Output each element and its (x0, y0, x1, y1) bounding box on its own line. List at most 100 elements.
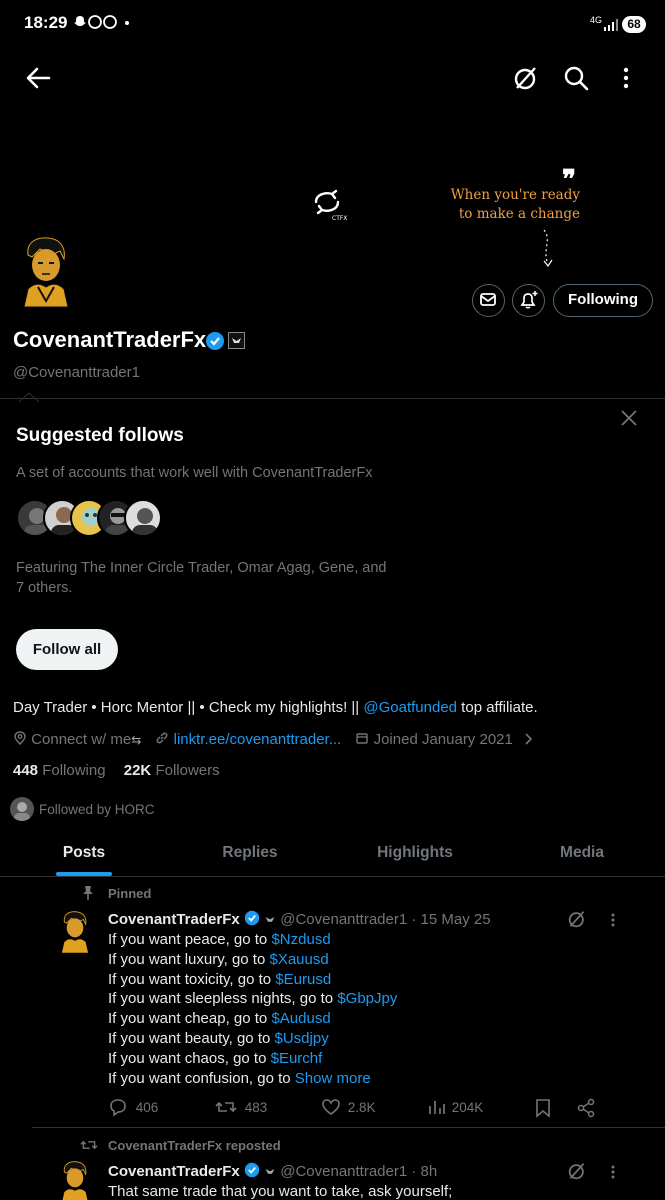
following-count: 448 (13, 762, 39, 779)
tab-replies[interactable]: Replies (205, 844, 295, 862)
verified-badge-icon (244, 910, 260, 926)
signal-icon (604, 18, 618, 36)
suggested-avatars[interactable] (16, 499, 166, 541)
affiliate-badge-icon[interactable] (228, 332, 245, 349)
banner-quote-line-1: When you're ready (450, 187, 580, 203)
views-count: 204K (451, 1100, 484, 1115)
post-meta: @Covenanttrader1 · 15 May 25 (280, 911, 491, 928)
views-button[interactable]: 204K (428, 1097, 483, 1117)
cashtag-link[interactable]: $GbpJpy (337, 990, 397, 1007)
post-divider (32, 1127, 665, 1128)
profile-handle: @Covenanttrader1 (13, 364, 140, 381)
cashtag-link[interactable]: $Xauusd (269, 951, 328, 968)
share-icon[interactable] (576, 1098, 596, 1123)
tab-media[interactable]: Media (542, 844, 622, 862)
bell-plus-icon (520, 291, 538, 309)
like-button[interactable]: 2.8K (321, 1097, 376, 1117)
profile-website-link[interactable]: linktr.ee/covenanttrader... (174, 731, 342, 748)
repost-button[interactable]: 483 (215, 1097, 267, 1117)
notifications-button[interactable] (512, 284, 545, 317)
cashtag-link[interactable]: $Eurchf (271, 1050, 323, 1067)
post-line: If you want chaos, go to $Eurchf (108, 1049, 323, 1067)
post-context: Pinned (108, 886, 152, 901)
like-count: 2.8K (347, 1100, 376, 1115)
close-icon[interactable] (618, 407, 640, 434)
post-context: CovenantTraderFx reposted (108, 1138, 281, 1153)
post-header: CovenantTraderFx @Covenanttrader1 · 8h (108, 1162, 437, 1180)
tab-posts[interactable]: Posts (44, 844, 124, 862)
banner-dashed-arrow (538, 228, 558, 275)
post-line: If you want beauty, go to $Usdjpy (108, 1029, 329, 1047)
post-avatar[interactable] (56, 910, 94, 954)
message-button[interactable] (472, 284, 505, 317)
cashtag-link[interactable]: $Eurusd (275, 971, 331, 988)
post-meta: @Covenanttrader1 · 8h (280, 1163, 438, 1180)
post-text: That same trade that you want to take, a… (108, 1183, 453, 1200)
post-more-icon[interactable] (604, 910, 622, 935)
notification-icons (73, 14, 131, 34)
reply-count: 406 (135, 1100, 159, 1115)
profile-bio: Day Trader • Horc Mentor || • Check my h… (13, 699, 538, 716)
banner-logo: CTFX (310, 188, 350, 227)
followed-by-avatar[interactable] (10, 797, 34, 821)
post-line: If you want cheap, go to $Audusd (108, 1010, 331, 1028)
svg-text:CTFX: CTFX (332, 215, 347, 222)
profile-joined: Joined January 2021 (373, 731, 513, 748)
grok-icon[interactable] (566, 1160, 588, 1187)
reply-button[interactable]: 406 (108, 1097, 158, 1117)
suggested-title: Suggested follows (16, 425, 184, 446)
grok-icon[interactable] (566, 908, 588, 935)
more-vertical-icon[interactable] (611, 63, 641, 93)
post-line: If you want peace, go to $Nzdusd (108, 931, 331, 948)
cashtag-link[interactable]: $Audusd (271, 1010, 330, 1027)
repost-icon (215, 1101, 237, 1113)
post-line: If you want sleepless nights, go to $Gbp… (108, 990, 398, 1008)
profile-name: CovenantTraderFx (13, 327, 206, 353)
chevron-right-icon[interactable] (523, 731, 533, 748)
battery-indicator: 68 (622, 16, 646, 33)
profile-avatar[interactable] (14, 235, 78, 309)
followers-label: Followers (155, 762, 220, 779)
suggested-featuring: Featuring The Inner Circle Trader, Omar … (16, 560, 387, 596)
tab-highlights[interactable]: Highlights (365, 844, 465, 862)
avatar (124, 499, 162, 537)
post-avatar[interactable] (56, 1160, 94, 1200)
follow-all-button[interactable]: Follow all (16, 629, 118, 670)
post-author-name[interactable]: CovenantTraderFx (108, 1163, 240, 1180)
location-icon (13, 731, 27, 748)
search-icon[interactable] (561, 63, 591, 93)
mail-icon (480, 293, 496, 306)
grok-icon[interactable] (511, 63, 541, 93)
affiliate-badge-icon (265, 917, 275, 922)
calendar-icon (355, 731, 369, 748)
arrows-emoji-icon: ⇆ (131, 733, 142, 747)
post-line: If you want luxury, go to $Xauusd (108, 950, 329, 968)
cashtag-link[interactable]: $Nzdusd (271, 931, 330, 948)
pin-icon (81, 885, 95, 906)
bookmark-icon[interactable] (534, 1098, 552, 1123)
profile-meta: Connect w/ me⇆ linktr.ee/covenanttrader.… (13, 731, 663, 748)
post-author-name[interactable]: CovenantTraderFx (108, 911, 240, 928)
link-icon (155, 731, 169, 748)
post-more-icon[interactable] (604, 1162, 622, 1187)
following-label: Following (42, 762, 106, 779)
tabs-divider (0, 876, 665, 877)
following-button[interactable]: Following (553, 284, 653, 317)
status-bar: 18:29 4G 68 (0, 0, 665, 50)
profile-location: Connect w/ me (31, 731, 132, 748)
show-more-link[interactable]: Show more (295, 1070, 371, 1087)
back-arrow-icon[interactable] (23, 63, 53, 93)
cashtag-link[interactable]: $Usdjpy (275, 1030, 329, 1047)
verified-badge-icon (205, 331, 225, 356)
profile-counts: 448 Following 22K Followers (13, 762, 220, 779)
following-count-link[interactable]: 448 Following (13, 762, 106, 779)
status-time: 18:29 (24, 13, 68, 32)
profile-name-text: CovenantTraderFx (13, 327, 207, 352)
notification-icons-svg (74, 15, 129, 29)
repost-count: 483 (244, 1100, 268, 1115)
suggested-description: A set of accounts that work well with Co… (16, 465, 373, 481)
followers-count-link[interactable]: 22K Followers (124, 762, 220, 779)
bio-mention-link[interactable]: @Goatfunded (363, 699, 457, 716)
heart-icon (322, 1099, 340, 1115)
followed-by-text[interactable]: Followed by HORC (39, 802, 155, 817)
